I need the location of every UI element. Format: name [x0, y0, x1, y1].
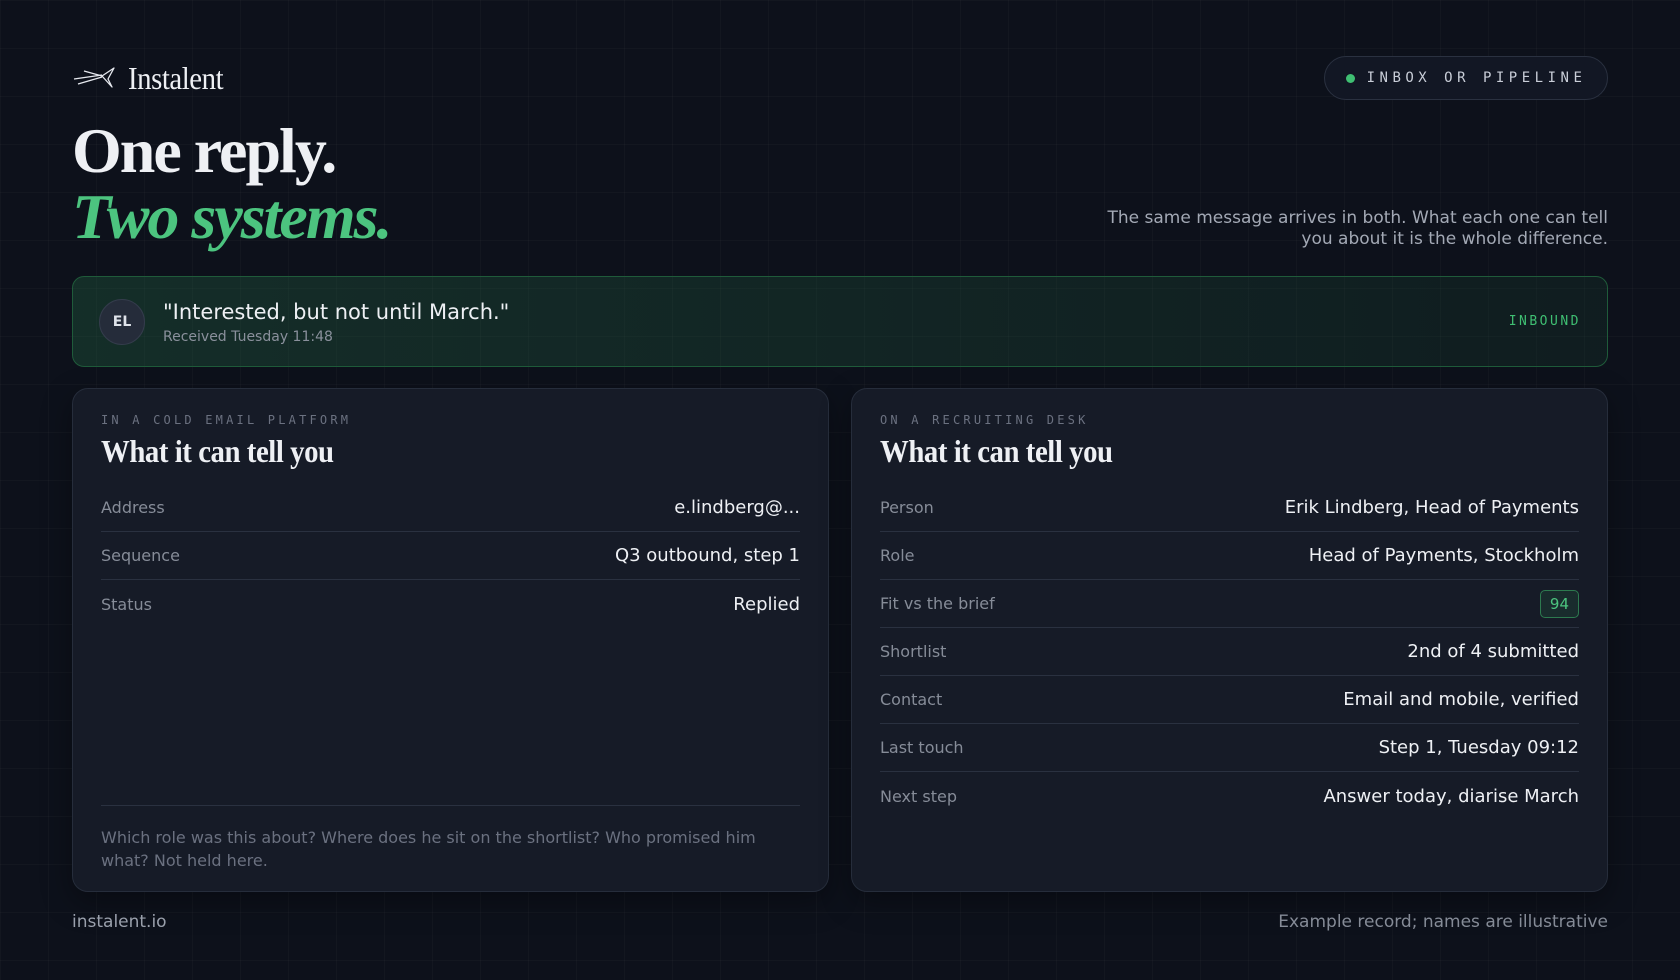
recruiting-desk-card: ON A RECRUITING DESK What it can tell yo… — [851, 388, 1608, 892]
field-label: Address — [101, 498, 165, 517]
inbox-or-pipeline-pill[interactable]: INBOX OR PIPELINE — [1324, 56, 1608, 100]
cold-email-card: IN A COLD EMAIL PLATFORM What it can tel… — [72, 388, 829, 892]
field-value: Email and mobile, verified — [1343, 689, 1579, 710]
field-label: Person — [880, 498, 934, 517]
status-dot-icon — [1345, 73, 1355, 83]
field-value: 2nd of 4 submitted — [1407, 641, 1579, 662]
sparkle-arrow-icon — [72, 65, 116, 93]
card-eyebrow: ON A RECRUITING DESK — [880, 413, 1089, 427]
field-value: Step 1, Tuesday 09:12 — [1378, 737, 1579, 758]
message-quote: "Interested, but not until March." — [163, 299, 510, 324]
field-label: Sequence — [101, 546, 180, 565]
field-label: Next step — [880, 786, 957, 806]
site-link[interactable]: instalent.io — [72, 912, 167, 932]
avatar: EL — [99, 298, 145, 345]
field-row-person: Person Erik Lindberg, Head of Payments — [880, 484, 1579, 532]
brand-name: Instalent — [128, 60, 224, 96]
field-row-status: Status Replied — [101, 580, 800, 628]
field-label: Role — [880, 546, 915, 565]
card-eyebrow: IN A COLD EMAIL PLATFORM — [101, 413, 352, 427]
brand[interactable]: Instalent — [72, 60, 234, 97]
field-value: Head of Payments, Stockholm — [1308, 545, 1579, 566]
field-value: e.lindberg@... — [674, 497, 800, 518]
pill-label: INBOX OR PIPELINE — [1366, 70, 1587, 86]
message-body: "Interested, but not until March." Recei… — [163, 299, 509, 345]
field-row-sequence: Sequence Q3 outbound, step 1 — [101, 532, 800, 580]
disclaimer-text: Example record; names are illustrative — [1278, 912, 1608, 932]
card-title: What it can tell you — [880, 433, 1113, 469]
field-label: Last touch — [880, 738, 964, 757]
headline: One reply. Two systems. — [72, 115, 392, 252]
field-row-role: Role Head of Payments, Stockholm — [880, 532, 1579, 580]
field-value: Answer today, diarise March — [1323, 785, 1579, 807]
field-list: Person Erik Lindberg, Head of Payments R… — [880, 484, 1579, 820]
field-label: Shortlist — [880, 642, 947, 661]
inbound-badge: INBOUND — [1508, 314, 1581, 329]
lede-text: The same message arrives in both. What e… — [1107, 208, 1609, 249]
field-row-address: Address e.lindberg@... — [101, 484, 800, 532]
headline-line-2: Two systems. — [72, 181, 392, 252]
fit-score-badge: 94 — [1539, 589, 1579, 618]
field-value: Erik Lindberg, Head of Payments — [1284, 497, 1579, 518]
field-label: Contact — [880, 690, 943, 709]
inbound-message[interactable]: EL "Interested, but not until March." Re… — [72, 276, 1608, 367]
card-title: What it can tell you — [101, 433, 334, 469]
field-row-last-touch: Last touch Step 1, Tuesday 09:12 — [880, 724, 1579, 772]
field-label: Fit vs the brief — [880, 594, 995, 613]
field-list: Address e.lindberg@... Sequence Q3 outbo… — [101, 484, 800, 628]
field-value: Replied — [733, 593, 800, 615]
headline-line-1: One reply. — [72, 115, 337, 186]
field-row-contact: Contact Email and mobile, verified — [880, 676, 1579, 724]
field-value: Q3 outbound, step 1 — [614, 545, 800, 566]
field-row-next-step: Next step Answer today, diarise March — [880, 772, 1579, 820]
field-row-shortlist: Shortlist 2nd of 4 submitted — [880, 628, 1579, 676]
message-timestamp: Received Tuesday 11:48 — [163, 328, 333, 345]
card-note: Which role was this about? Where does he… — [101, 805, 800, 872]
field-label: Status — [101, 594, 152, 614]
field-row-fit: Fit vs the brief 94 — [880, 580, 1579, 628]
